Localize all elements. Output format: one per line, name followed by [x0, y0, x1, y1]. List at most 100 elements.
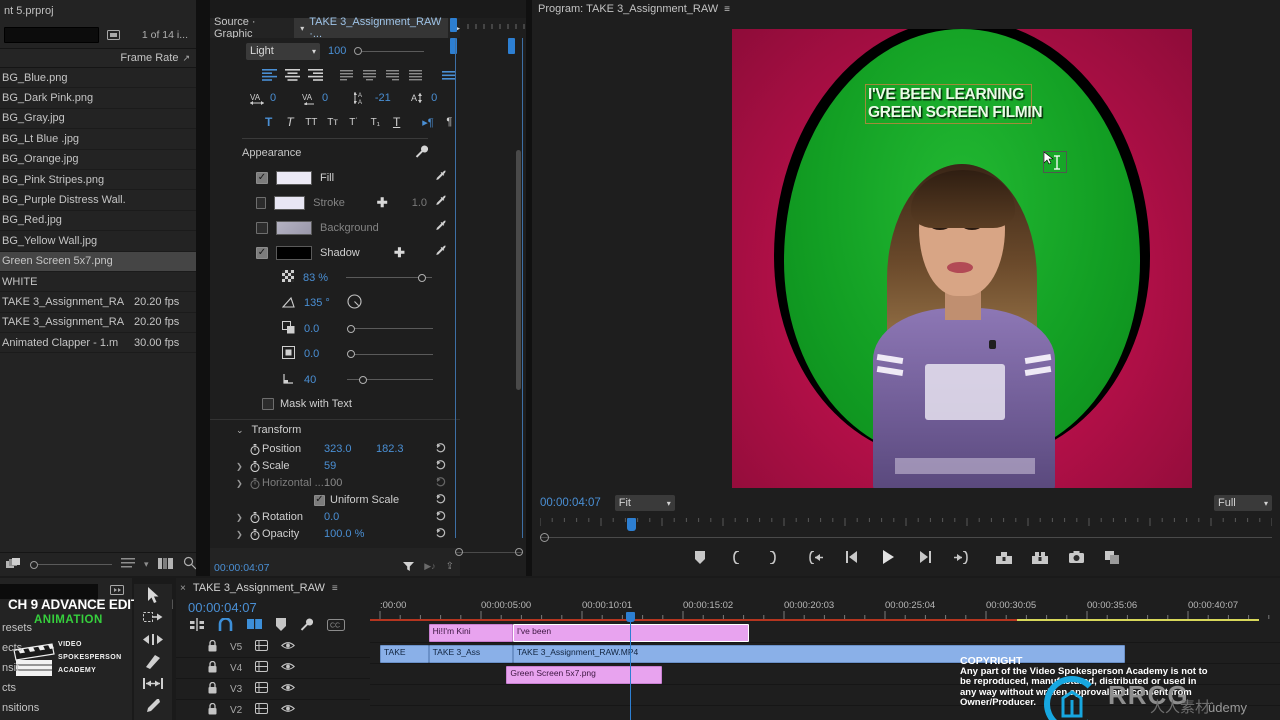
- reset-icon[interactable]: [435, 442, 446, 456]
- kerning-value[interactable]: 0: [322, 92, 328, 104]
- slider-knob[interactable]: [359, 375, 367, 384]
- step-back-icon[interactable]: [844, 549, 860, 565]
- uniform-scale-row[interactable]: Uniform Scale: [210, 492, 460, 509]
- uniform-scale-checkbox[interactable]: [314, 494, 325, 506]
- expand-arrow[interactable]: ❯: [236, 479, 248, 488]
- project-item[interactable]: BG_Pink Stripes.png: [0, 170, 196, 191]
- align-right-icon[interactable]: [304, 67, 327, 83]
- zoom-slider-knob[interactable]: [30, 560, 38, 569]
- position-row[interactable]: Position 323.0 182.3: [210, 441, 460, 458]
- export-frame-icon[interactable]: [1068, 549, 1084, 565]
- font-size-value[interactable]: 100: [328, 45, 346, 57]
- eye-icon[interactable]: [280, 704, 296, 716]
- target-track-icon[interactable]: [255, 703, 268, 717]
- target-track-icon[interactable]: [255, 682, 268, 696]
- razor-tool-icon[interactable]: [134, 650, 172, 672]
- tab-source-graphic[interactable]: Source · Graphic: [214, 16, 289, 40]
- snap-icon[interactable]: [218, 617, 233, 634]
- playback-quality-select[interactable]: Full ▾: [1214, 495, 1272, 511]
- column-header-framerate[interactable]: Frame Rate: [120, 52, 178, 64]
- shadow-opacity-slider[interactable]: [346, 273, 432, 283]
- superscript-icon[interactable]: T˙: [343, 113, 364, 131]
- freeform-view-icon[interactable]: [157, 557, 174, 572]
- filter-icon[interactable]: [403, 561, 415, 575]
- opacity-row[interactable]: ❯ Opacity 100.0 %: [210, 526, 460, 543]
- button-editor-icon[interactable]: [1104, 549, 1120, 565]
- shadow-blur-row[interactable]: 40: [210, 367, 460, 393]
- stopwatch-icon[interactable]: [248, 477, 262, 489]
- effects-item-effects-b[interactable]: cts: [2, 682, 16, 694]
- shadow-size-slider[interactable]: [347, 349, 433, 359]
- lift-icon[interactable]: [996, 549, 1012, 565]
- project-item[interactable]: TAKE 3_Assignment_RA 20.20 fps: [0, 313, 196, 334]
- shadow-angle-row[interactable]: 135 °: [210, 291, 460, 317]
- strip-zoombar[interactable]: [455, 548, 523, 558]
- panel-menu-icon[interactable]: ≡: [332, 583, 338, 594]
- shadow-distance-value[interactable]: 0.0: [304, 323, 338, 335]
- program-scrubber[interactable]: [532, 518, 1280, 544]
- transform-header[interactable]: ⌄ Transform: [210, 418, 460, 441]
- font-size-slider[interactable]: [354, 47, 425, 55]
- underline-icon[interactable]: T: [386, 113, 407, 131]
- export-icon[interactable]: ⇪: [446, 561, 454, 575]
- tracking-row[interactable]: VA 0 VA 0 AA -21 A 0: [210, 86, 460, 110]
- scale-row[interactable]: ❯ Scale 59: [210, 458, 460, 475]
- lock-icon[interactable]: [208, 639, 217, 655]
- reset-icon[interactable]: [435, 510, 446, 524]
- rotation-row[interactable]: ❯ Rotation 0.0: [210, 509, 460, 526]
- project-footer-toolbar[interactable]: ▾: [0, 552, 196, 576]
- ripple-edit-icon[interactable]: [134, 628, 172, 650]
- fill-checkbox[interactable]: [256, 171, 268, 184]
- background-color-swatch[interactable]: [276, 220, 312, 235]
- project-item[interactable]: WHITE: [0, 272, 196, 293]
- video-preview[interactable]: I'VE BEEN LEARNING GREEN SCREEN FILMIN: [732, 29, 1192, 488]
- eyedropper-icon[interactable]: [435, 170, 448, 186]
- program-monitor-control-row[interactable]: 00:00:04:07 Fit ▾ Full ▾: [532, 492, 1280, 514]
- effects-item-transitions-b[interactable]: nsitions: [2, 702, 39, 714]
- slider-knob[interactable]: [347, 350, 355, 359]
- project-item[interactable]: BG_Red.jpg: [0, 211, 196, 232]
- align-center-icon[interactable]: [281, 67, 304, 83]
- alignment-row[interactable]: [210, 64, 460, 86]
- search-input[interactable]: [4, 27, 99, 43]
- timeline-clip[interactable]: Hi!I'm Kini: [428, 624, 513, 642]
- project-item-list[interactable]: BG_Blue.png BG_Dark Pink.png BG_Gray.jpg BG…: [0, 68, 196, 354]
- timeline-track-row[interactable]: Hi!I'm Kini I've been: [370, 622, 1280, 643]
- lock-icon[interactable]: [208, 681, 217, 697]
- background-row[interactable]: Background: [210, 215, 460, 240]
- text-style-row[interactable]: T T TT Tᴛ T˙ T₁ T ▸¶ ¶: [210, 110, 460, 134]
- eg-footer-timecode[interactable]: 00:00:04:07: [214, 562, 269, 574]
- all-caps-icon[interactable]: TT: [301, 113, 322, 131]
- close-icon[interactable]: ×: [180, 583, 186, 594]
- extract-icon[interactable]: [1032, 549, 1048, 565]
- chevron-down-icon[interactable]: ⌄: [236, 425, 244, 436]
- slider-knob[interactable]: [418, 273, 426, 282]
- play-icon[interactable]: [880, 549, 896, 565]
- shadow-color-swatch[interactable]: [276, 245, 312, 260]
- timeline-timecode[interactable]: 00:00:04:07: [176, 598, 370, 615]
- eye-icon[interactable]: [280, 662, 296, 674]
- track-select-forward-icon[interactable]: [134, 606, 172, 628]
- justify-right-icon[interactable]: [381, 67, 404, 83]
- chevron-down-icon[interactable]: ▾: [300, 24, 304, 33]
- zoom-bar-knob[interactable]: [540, 533, 549, 542]
- project-item[interactable]: TAKE 3_Assignment_RA 20.20 fps: [0, 292, 196, 313]
- justify-left-icon[interactable]: [335, 67, 358, 83]
- timeline-track-headers[interactable]: 00:00:04:07 CC V5 V4 V3 V2: [176, 598, 370, 720]
- align-left-icon[interactable]: [258, 67, 281, 83]
- opacity-value[interactable]: 100.0 %: [324, 528, 376, 540]
- lock-icon[interactable]: [208, 660, 217, 676]
- slider-knob[interactable]: [347, 324, 355, 333]
- faux-bold-icon[interactable]: T: [258, 113, 279, 131]
- tab-active-clip[interactable]: ▾ TAKE 3_Assignment_RAW ·...: [294, 16, 449, 40]
- rotation-value[interactable]: 0.0: [324, 511, 376, 523]
- timeline-settings-icon[interactable]: [300, 618, 314, 634]
- timeline-clip[interactable]: Green Screen 5x7.png: [506, 666, 662, 684]
- shadow-blur-value[interactable]: 40: [304, 374, 338, 386]
- target-track-icon[interactable]: [255, 640, 268, 654]
- shadow-checkbox[interactable]: [256, 246, 268, 259]
- fit-zoom-select[interactable]: Fit ▾: [614, 495, 675, 511]
- eyedropper-icon[interactable]: [435, 220, 448, 236]
- program-zoom-bar[interactable]: [540, 533, 1272, 542]
- linked-selection-icon[interactable]: [247, 618, 262, 634]
